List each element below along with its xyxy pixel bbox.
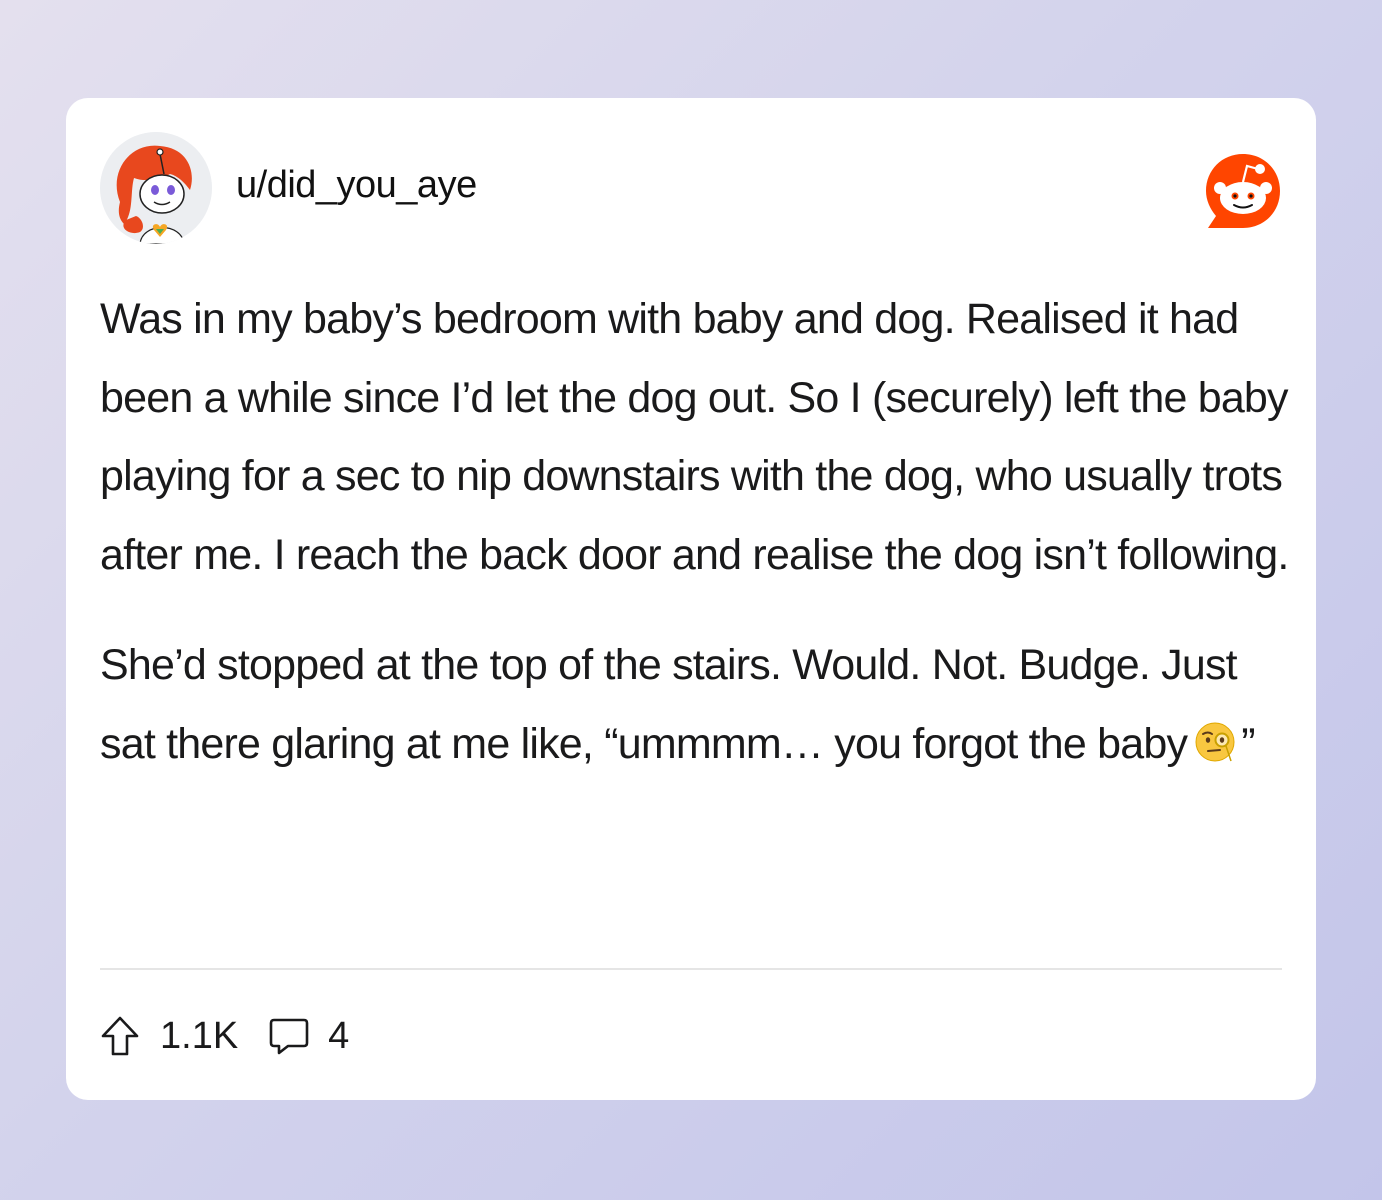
upvote-count: 1.1K xyxy=(160,1014,239,1057)
upvote-button[interactable]: 1.1K xyxy=(100,1015,268,1058)
reddit-snoo-icon xyxy=(1206,154,1280,228)
divider xyxy=(100,968,1282,970)
post-paragraph-1: Was in my baby’s bedroom with baby and d… xyxy=(100,295,1289,579)
post-actions: 1.1K 4 xyxy=(100,1014,349,1058)
user-avatar[interactable] xyxy=(100,132,212,244)
post-card: u/did_you_aye Was in my baby’s bedroom w… xyxy=(66,98,1316,1100)
username[interactable]: u/did_you_aye xyxy=(236,164,477,207)
comment-bubble-icon xyxy=(269,1018,309,1055)
face-with-monocle-icon xyxy=(1193,720,1237,764)
avatar-icon xyxy=(100,132,212,244)
post-body: Was in my baby’s bedroom with baby and d… xyxy=(100,280,1290,815)
post-paragraph-2-text: She’d stopped at the top of the stairs. … xyxy=(100,641,1238,768)
post-paragraph-2: She’d stopped at the top of the stairs. … xyxy=(100,626,1290,783)
comment-count: 4 xyxy=(328,1014,350,1057)
post-paragraph-2-close-quote: ” xyxy=(1241,719,1255,768)
reddit-logo xyxy=(1202,150,1284,232)
comments-button[interactable]: 4 xyxy=(268,1015,349,1058)
upvote-arrow-icon xyxy=(101,1016,139,1056)
